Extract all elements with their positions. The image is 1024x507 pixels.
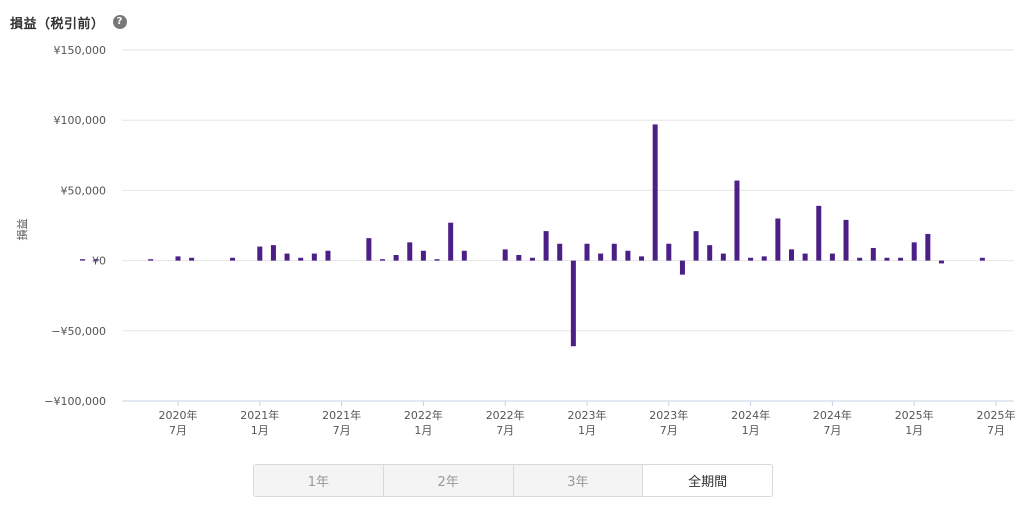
- bar[interactable]: [584, 243, 590, 261]
- bar[interactable]: [298, 257, 304, 261]
- period-tab-1y[interactable]: 1年: [254, 465, 384, 496]
- x-tick-month-label: 1月: [414, 424, 432, 437]
- y-axis-ticks: ¥150,000 ¥100,000 ¥50,000 ¥0 −¥50,000 −¥100,0…: [44, 44, 106, 408]
- bar[interactable]: [884, 257, 890, 261]
- y-axis-label: 損益: [15, 219, 29, 241]
- bar[interactable]: [843, 219, 849, 261]
- bar[interactable]: [448, 222, 454, 261]
- bar[interactable]: [570, 260, 576, 347]
- period-tab-2y[interactable]: 2年: [383, 465, 514, 496]
- x-tick-year-label: 2025年: [977, 408, 1016, 422]
- bar[interactable]: [366, 238, 372, 261]
- bar[interactable]: [148, 259, 154, 261]
- bar[interactable]: [284, 253, 290, 261]
- bar[interactable]: [789, 249, 794, 261]
- x-tick-year-label: 2021年: [240, 408, 279, 422]
- bar[interactable]: [748, 257, 754, 261]
- x-tick-month-label: 7月: [333, 424, 351, 437]
- x-tick-month-label: 1月: [578, 424, 596, 437]
- bar[interactable]: [693, 231, 699, 261]
- bar[interactable]: [420, 250, 426, 261]
- x-tick-month-label: 7月: [823, 424, 841, 437]
- x-tick-month-label: 1月: [742, 424, 760, 437]
- x-tick-year-label: 2024年: [813, 408, 852, 422]
- bar[interactable]: [775, 218, 781, 261]
- bar[interactable]: [857, 257, 863, 261]
- bar[interactable]: [502, 249, 508, 261]
- y-tick-label: ¥50,000: [61, 184, 107, 197]
- bar[interactable]: [666, 243, 672, 261]
- bar[interactable]: [761, 256, 767, 261]
- bar[interactable]: [230, 257, 236, 261]
- bar[interactable]: [557, 243, 563, 261]
- x-axis-ticks: 2020年 7月 2021年 1月 2021年 7月 2022年 1月 2022年 7月 2023年…: [159, 401, 1016, 437]
- grid-lines: [122, 49, 1014, 402]
- bar[interactable]: [639, 256, 645, 261]
- bar[interactable]: [270, 245, 276, 261]
- bar[interactable]: [598, 253, 604, 261]
- y-tick-label: ¥100,000: [54, 114, 107, 127]
- x-tick-year-label: 2025年: [895, 408, 934, 422]
- bar[interactable]: [925, 233, 931, 261]
- x-tick-year-label: 2022年: [404, 408, 443, 422]
- y-tick-label: ¥0: [92, 255, 106, 268]
- bar[interactable]: [461, 250, 467, 261]
- bar[interactable]: [979, 257, 985, 261]
- x-tick-month-label: 1月: [905, 424, 923, 437]
- bar[interactable]: [707, 245, 713, 261]
- x-tick-year-label: 2023年: [649, 408, 688, 422]
- bar[interactable]: [625, 250, 631, 261]
- bar[interactable]: [189, 257, 195, 261]
- bar[interactable]: [257, 246, 263, 261]
- bar[interactable]: [720, 253, 726, 261]
- app-root: 損益（税引前） ? ¥150,000 ¥100,000 ¥50,000 ¥0 −¥50,…: [0, 0, 1024, 507]
- bar[interactable]: [898, 257, 904, 261]
- bar[interactable]: [516, 254, 522, 261]
- bar[interactable]: [93, 259, 99, 261]
- bar[interactable]: [175, 256, 181, 261]
- bar[interactable]: [652, 124, 658, 261]
- bar[interactable]: [380, 259, 385, 261]
- bar[interactable]: [734, 180, 740, 261]
- bar[interactable]: [434, 259, 440, 261]
- bar[interactable]: [938, 260, 944, 264]
- bar[interactable]: [829, 253, 835, 261]
- profit-bar-chart: ¥150,000 ¥100,000 ¥50,000 ¥0 −¥50,000 −¥100,0…: [15, 44, 1016, 437]
- period-tab-3y[interactable]: 3年: [513, 465, 644, 496]
- bar[interactable]: [80, 259, 86, 261]
- bar[interactable]: [311, 253, 317, 261]
- bars: [80, 124, 985, 347]
- x-tick-year-label: 2023年: [568, 408, 607, 422]
- x-tick-month-label: 7月: [496, 424, 514, 437]
- bar[interactable]: [802, 253, 808, 261]
- x-tick-month-label: 7月: [169, 424, 187, 437]
- bar[interactable]: [911, 242, 917, 261]
- bar[interactable]: [407, 242, 413, 261]
- bar[interactable]: [870, 247, 876, 261]
- bar[interactable]: [679, 260, 685, 275]
- bar[interactable]: [611, 243, 617, 261]
- x-tick-month-label: 7月: [987, 424, 1005, 437]
- x-tick-year-label: 2020年: [159, 408, 198, 422]
- bar[interactable]: [543, 231, 549, 261]
- period-tab-all[interactable]: 全期間: [643, 465, 772, 496]
- bar[interactable]: [393, 254, 399, 261]
- y-tick-label: ¥150,000: [54, 44, 107, 57]
- bar[interactable]: [529, 257, 535, 261]
- bar[interactable]: [325, 250, 331, 261]
- x-tick-year-label: 2021年: [322, 408, 361, 422]
- y-tick-label: −¥100,000: [44, 395, 106, 408]
- x-tick-month-label: 7月: [660, 424, 678, 437]
- y-tick-label: −¥50,000: [51, 325, 106, 338]
- period-selector: 1年 2年 3年 全期間: [253, 464, 773, 497]
- bar[interactable]: [816, 205, 822, 261]
- x-tick-year-label: 2024年: [731, 408, 770, 422]
- x-tick-year-label: 2022年: [486, 408, 525, 422]
- x-tick-month-label: 1月: [251, 424, 269, 437]
